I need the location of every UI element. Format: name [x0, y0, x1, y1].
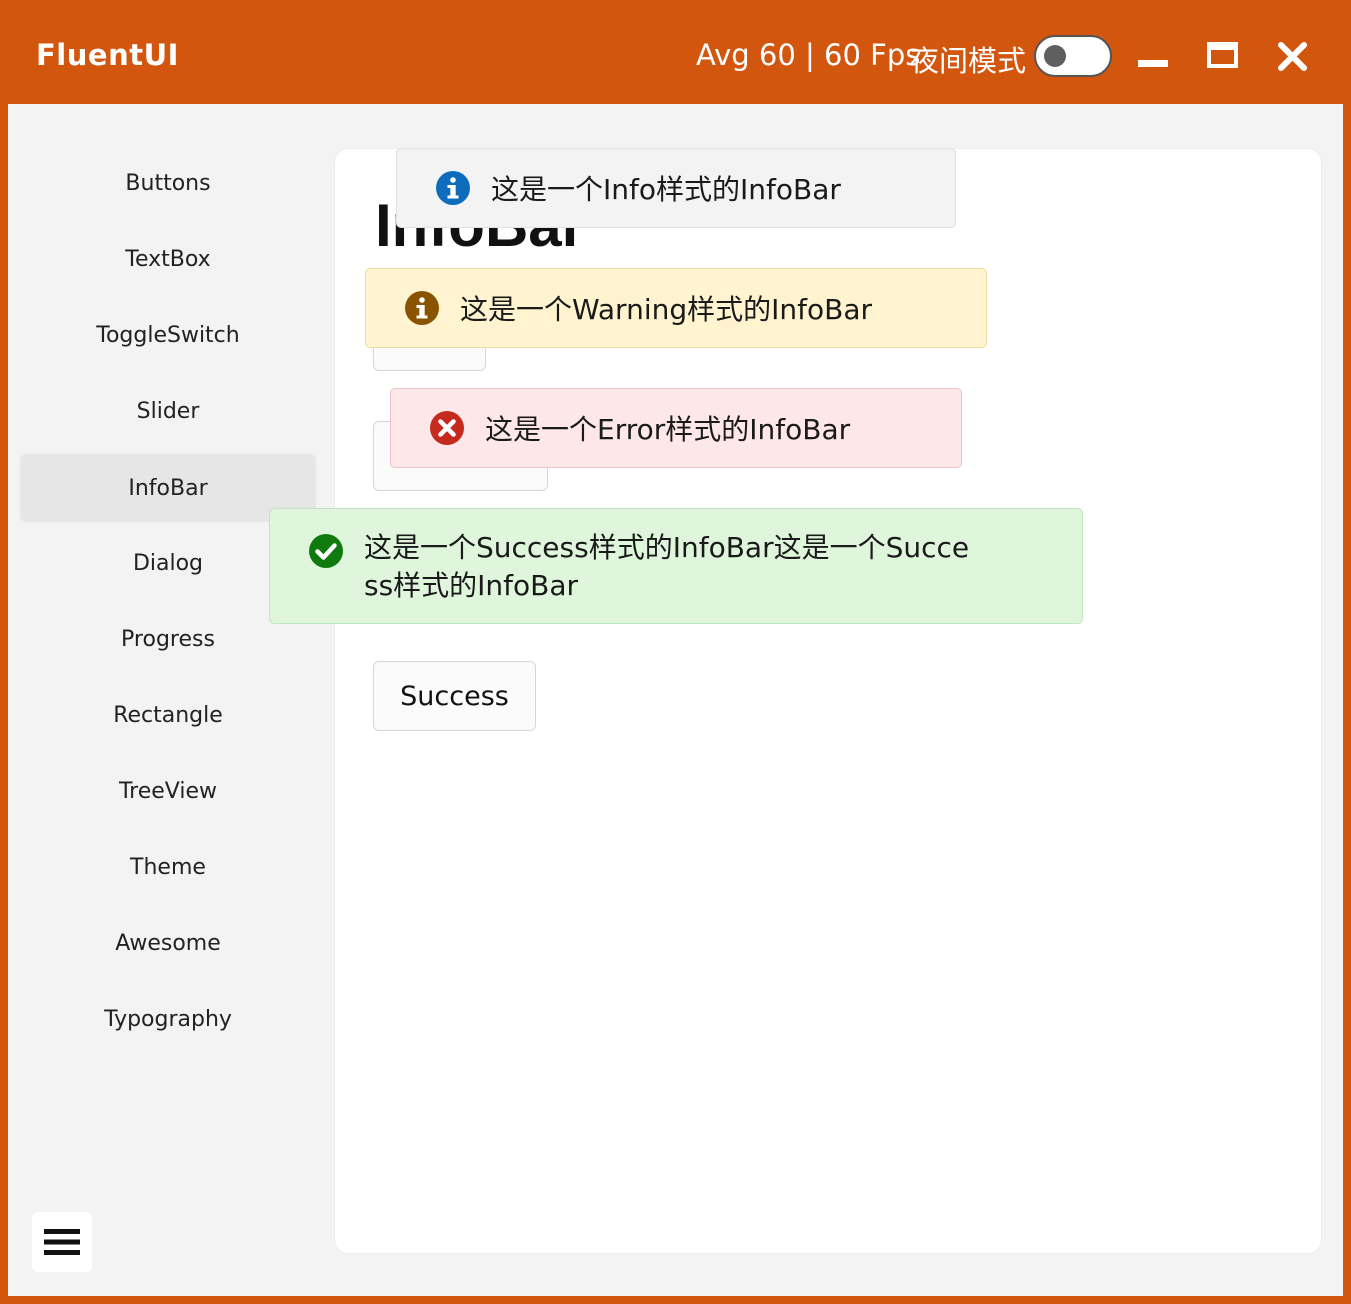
night-mode-label: 夜间模式 [910, 44, 1027, 78]
night-mode-toggle[interactable] [1034, 35, 1112, 77]
infobar-error-message: 这是一个Error样式的InfoBar [485, 413, 851, 446]
app-window: FluentUI Avg 60 | 60 Fps 夜间模式 Buttons Te… [0, 0, 1351, 1304]
infobar-success: 这是一个Success样式的InfoBar这是一个Success样式的InfoB… [269, 508, 1083, 624]
sidebar-item-awesome[interactable]: Awesome [20, 909, 316, 977]
sidebar-item-textbox[interactable]: TextBox [20, 225, 316, 293]
sidebar-item-typography[interactable]: Typography [20, 985, 316, 1053]
app-title: FluentUI [36, 38, 179, 72]
error-icon [430, 411, 464, 445]
info-icon [436, 171, 470, 205]
minimize-icon [1138, 60, 1168, 67]
fps-counter: Avg 60 | 60 Fps [696, 38, 921, 72]
maximize-button[interactable] [1194, 28, 1250, 84]
close-button[interactable] [1264, 28, 1320, 84]
close-icon [1278, 42, 1307, 71]
maximize-icon [1207, 42, 1238, 68]
infobar-info: 这是一个Info样式的InfoBar [396, 148, 956, 228]
sidebar-item-rectangle[interactable]: Rectangle [20, 681, 316, 749]
sidebar-item-theme[interactable]: Theme [20, 833, 316, 901]
sidebar-item-slider[interactable]: Slider [20, 377, 316, 445]
warning-icon [405, 291, 439, 325]
sidebar-item-toggleswitch[interactable]: ToggleSwitch [20, 301, 316, 369]
title-bar[interactable]: FluentUI Avg 60 | 60 Fps 夜间模式 [0, 0, 1351, 104]
sidebar-item-treeview[interactable]: TreeView [20, 757, 316, 825]
infobar-warning-message: 这是一个Warning样式的InfoBar [460, 293, 872, 326]
sidebar-item-buttons[interactable]: Buttons [20, 149, 316, 217]
minimize-button[interactable] [1126, 28, 1182, 84]
infobar-warning: 这是一个Warning样式的InfoBar [365, 268, 987, 348]
success-check-icon [309, 534, 343, 568]
hamburger-icon [44, 1229, 80, 1255]
infobar-info-message: 这是一个Info样式的InfoBar [491, 173, 841, 206]
infobar-error: 这是一个Error样式的InfoBar [390, 388, 962, 468]
toggle-knob [1044, 45, 1066, 67]
menu-button[interactable] [32, 1212, 92, 1272]
infobar-success-message: 这是一个Success样式的InfoBar这是一个Success样式的InfoB… [364, 531, 970, 602]
success-button[interactable]: Success [373, 661, 536, 731]
